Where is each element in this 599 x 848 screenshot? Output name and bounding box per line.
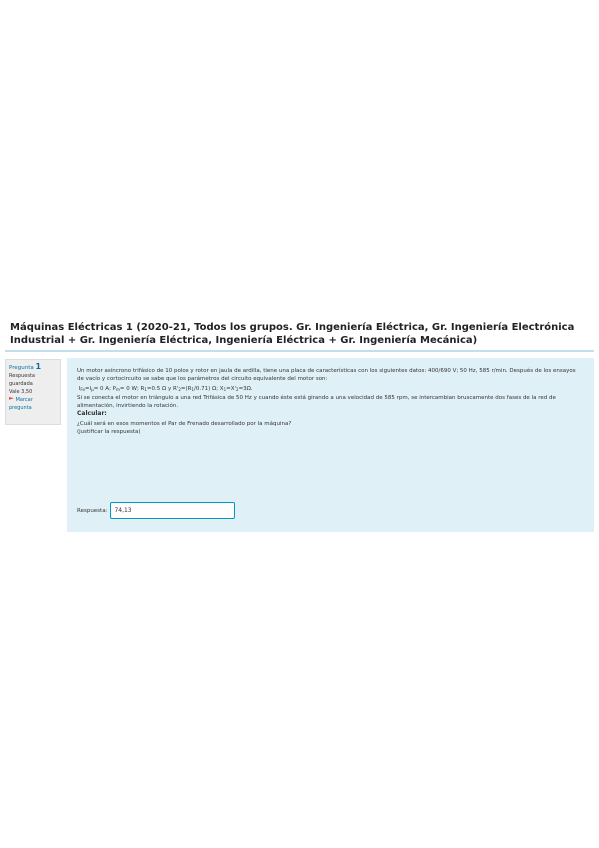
question-number-value: 1 [35,362,42,371]
question-info-panel: Pregunta 1 Respuesta guardada Vale 3,50 … [5,359,61,425]
flag-icon [9,397,14,400]
question-grade: Vale 3,50 [9,389,33,395]
answer-input[interactable] [110,502,236,519]
question-number: Pregunta 1 [9,363,57,372]
flag-question-link[interactable]: Marcar pregunta [9,396,57,412]
answer-row: Respuesta: [77,502,236,519]
flag-label: Marcar pregunta [9,397,33,411]
question-paragraph-3: Si se conecta el motor en triángulo a un… [77,395,556,409]
question-parameters: IFe=Iμ= 0 A; Pm= 0 W; R1=0.5 Ω y R'2=(R1… [78,386,253,392]
question-label: Pregunta [9,365,34,371]
answer-label: Respuesta: [77,507,108,514]
title-divider [5,350,594,352]
course-title: Máquinas Eléctricas 1 (2020-21, Todos lo… [10,322,575,346]
question-text: ¿Cuál será en esos momentos el Par de Fr… [77,421,292,427]
question-state: Respuesta guardada [9,373,35,387]
question-paragraph-1: Un motor asíncrono trifásico de 10 polos… [77,368,576,382]
calc-heading: Calcular: [77,410,107,417]
justify-text: (justificar la respuesta) [77,429,141,435]
question-content: Un motor asíncrono trifásico de 10 polos… [67,358,594,532]
